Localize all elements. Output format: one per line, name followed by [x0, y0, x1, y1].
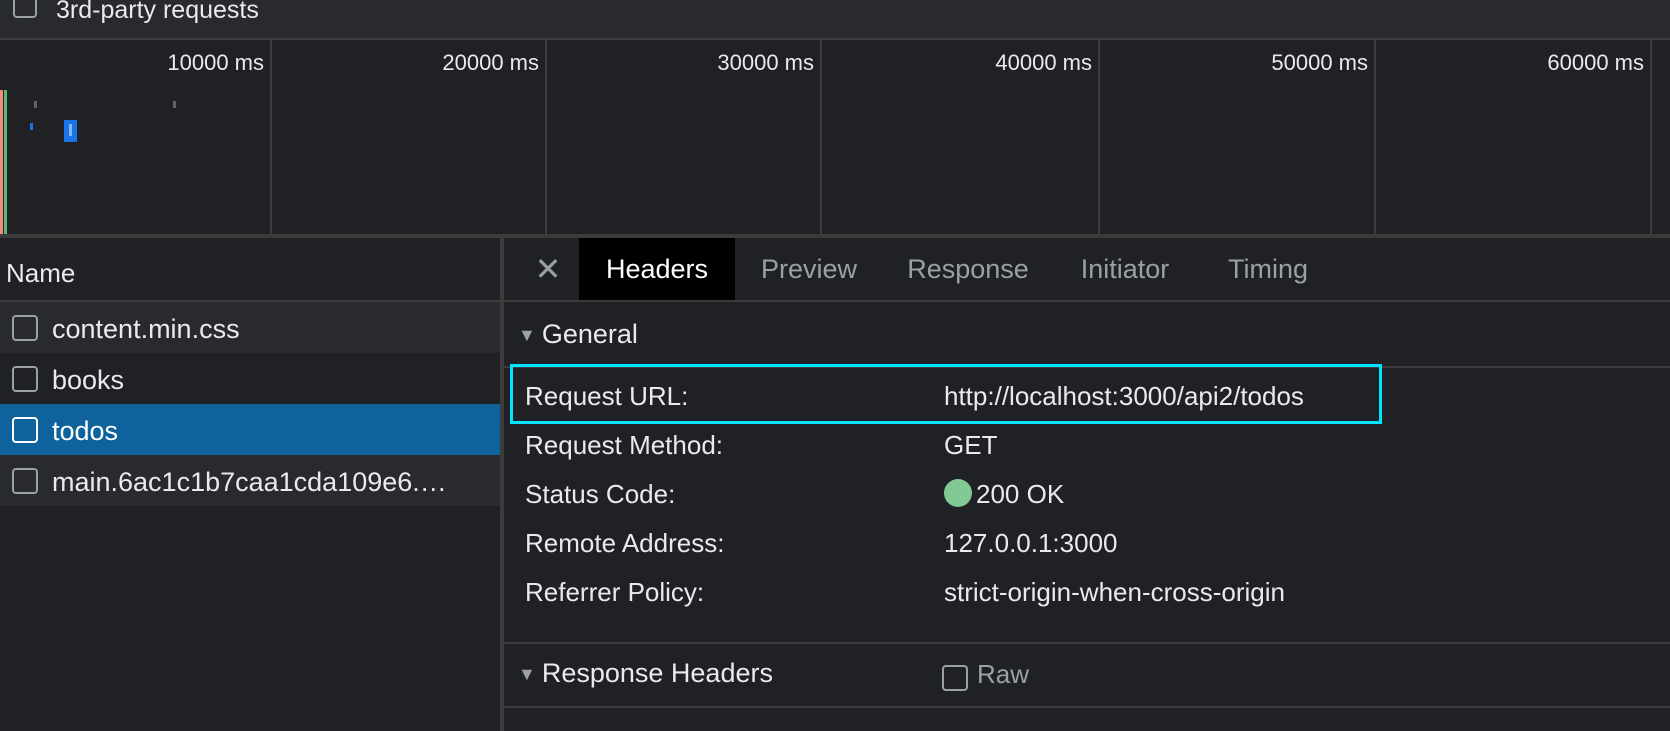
request-method-value: GET — [944, 430, 998, 460]
status-code-text: 200 OK — [976, 479, 1065, 509]
timeline-request-bar — [69, 124, 72, 136]
timeline-gridline — [1374, 40, 1376, 234]
tab-headers[interactable]: Headers — [579, 238, 735, 300]
timeline-load-marker — [4, 90, 7, 234]
name-column-label: Name — [6, 258, 76, 288]
request-url-value: http://localhost:3000/api2/todos — [944, 381, 1304, 411]
referrer-policy-key: Referrer Policy: — [525, 577, 705, 607]
remote-address-value: 127.0.0.1:3000 — [944, 528, 1118, 558]
request-url-key: Request URL: — [525, 381, 689, 411]
row-checkbox[interactable] — [12, 417, 38, 443]
status-code-value: 200 OK — [944, 479, 1064, 510]
third-party-checkbox[interactable] — [13, 0, 37, 18]
status-code-key: Status Code: — [525, 479, 676, 509]
request-method-key: Request Method: — [525, 430, 724, 460]
name-column-header[interactable]: Name — [0, 238, 500, 302]
tab-preview[interactable]: Preview — [735, 238, 883, 300]
raw-checkbox[interactable] — [942, 665, 968, 691]
timeline-gridline — [270, 40, 272, 234]
section-divider — [504, 706, 1670, 708]
tab-timing[interactable]: Timing — [1197, 238, 1339, 300]
filter-bar: 3rd-party requests — [0, 0, 1670, 40]
timeline-request-bar — [34, 101, 37, 108]
referrer-policy-value: strict-origin-when-cross-origin — [944, 577, 1285, 607]
triangle-down-icon: ▼ — [518, 325, 536, 346]
third-party-label: 3rd-party requests — [56, 0, 259, 24]
tab-response[interactable]: Response — [883, 238, 1053, 300]
timeline-gridline — [545, 40, 547, 234]
general-section-title: General — [541, 319, 638, 349]
request-name: todos — [52, 416, 119, 446]
remote-address-key: Remote Address: — [525, 528, 725, 558]
timeline-request-bar — [30, 123, 33, 130]
request-list: Name content.min.css books todos main.6a… — [0, 238, 500, 731]
timeline-tick-label: 60000 ms — [1547, 50, 1644, 75]
timeline-tick-label: 40000 ms — [995, 50, 1092, 75]
raw-label: Raw — [977, 659, 1030, 689]
triangle-down-icon: ▼ — [518, 664, 536, 685]
row-checkbox[interactable] — [12, 315, 38, 341]
request-row[interactable]: books — [0, 353, 500, 404]
timeline-overview[interactable]: 10000 ms 20000 ms 30000 ms 40000 ms 5000… — [0, 40, 1670, 234]
timeline-gridline — [1650, 40, 1652, 234]
request-row[interactable]: main.6ac1c1b7caa1cda109e6.… — [0, 455, 500, 506]
request-details: ✕ Headers Preview Response Initiator Tim… — [504, 238, 1670, 731]
timeline-dom-marker — [0, 90, 3, 234]
section-divider — [504, 642, 1670, 644]
request-name: books — [52, 365, 125, 395]
response-headers-section-toggle[interactable]: ▼ Response Headers — [518, 658, 773, 689]
response-headers-title: Response Headers — [541, 658, 773, 688]
request-name: main.6ac1c1b7caa1cda109e6.… — [52, 467, 447, 497]
tab-initiator[interactable]: Initiator — [1053, 238, 1197, 300]
request-name: content.min.css — [52, 314, 240, 344]
timeline-gridline — [820, 40, 822, 234]
timeline-tick-label: 20000 ms — [442, 50, 539, 75]
timeline-gridline — [1098, 40, 1100, 234]
close-icon[interactable]: ✕ — [528, 250, 568, 288]
timeline-tick-label: 50000 ms — [1271, 50, 1368, 75]
timeline-tick-label: 10000 ms — [167, 50, 264, 75]
row-checkbox[interactable] — [12, 468, 38, 494]
detail-tab-bar: ✕ Headers Preview Response Initiator Tim… — [504, 238, 1670, 302]
timeline-request-bar — [173, 101, 176, 108]
status-ok-icon — [944, 479, 972, 507]
request-row-selected[interactable]: todos — [0, 404, 500, 455]
timeline-tick-label: 30000 ms — [717, 50, 814, 75]
general-section-toggle[interactable]: ▼ General — [518, 319, 638, 350]
row-checkbox[interactable] — [12, 366, 38, 392]
request-row[interactable]: content.min.css — [0, 302, 500, 353]
